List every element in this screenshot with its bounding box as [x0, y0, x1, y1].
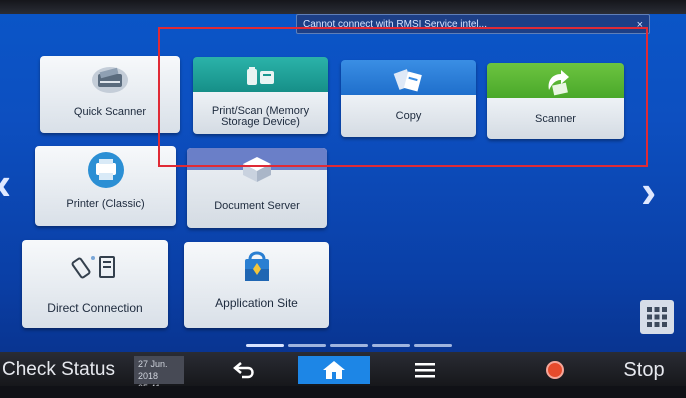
home-button[interactable] [298, 356, 370, 384]
copy-icon [341, 66, 476, 96]
date-time-display: 27 Jun. 2018 05:41 [134, 356, 184, 393]
stop-button[interactable]: Stop [604, 352, 684, 388]
menu-button[interactable] [390, 356, 460, 384]
copy-label: Copy [395, 110, 422, 122]
printer-icon [35, 150, 176, 190]
printer-panel-screen: Cannot connect with RMSI Service intel..… [0, 0, 686, 398]
apps-grid-icon[interactable] [640, 300, 674, 334]
home-icon [323, 361, 345, 379]
date-text: 27 Jun. 2018 [138, 359, 168, 381]
direct-connection-tile[interactable]: Direct Connection [22, 240, 168, 328]
pager-dot[interactable] [372, 344, 410, 347]
bottom-bezel [0, 386, 686, 398]
direct-connection-icon [22, 250, 168, 284]
pager-dot[interactable] [246, 344, 284, 347]
document-server-label: Document Server [214, 200, 300, 212]
memory-storage-icon [193, 63, 328, 91]
system-taskbar: Check Status 27 Jun. 2018 05:41 St [0, 352, 686, 393]
application-site-tile[interactable]: Application Site [184, 242, 329, 328]
scanner-label: Scanner [535, 113, 576, 125]
chevron-right-icon[interactable]: › [641, 168, 656, 214]
printer-classic-label: Printer (Classic) [66, 198, 145, 210]
back-icon [233, 362, 254, 379]
scanner-upload-icon [487, 67, 624, 99]
back-button[interactable] [210, 356, 280, 384]
pager-dot[interactable] [288, 344, 326, 347]
pager-dot[interactable] [414, 344, 452, 347]
top-bezel [0, 0, 686, 14]
printer-classic-tile[interactable]: Printer (Classic) [35, 146, 176, 226]
stop-icon[interactable] [546, 361, 564, 379]
application-site-label: Application Site [215, 296, 298, 310]
menu-icon [415, 363, 435, 378]
chevron-left-icon[interactable]: ‹ [0, 160, 11, 206]
application-site-icon [184, 246, 329, 286]
pager-dot[interactable] [330, 344, 368, 347]
check-status-button[interactable]: Check Status [0, 352, 122, 388]
direct-connection-label: Direct Connection [47, 301, 143, 315]
print-scan-label-line2: Storage Device) [221, 116, 300, 128]
